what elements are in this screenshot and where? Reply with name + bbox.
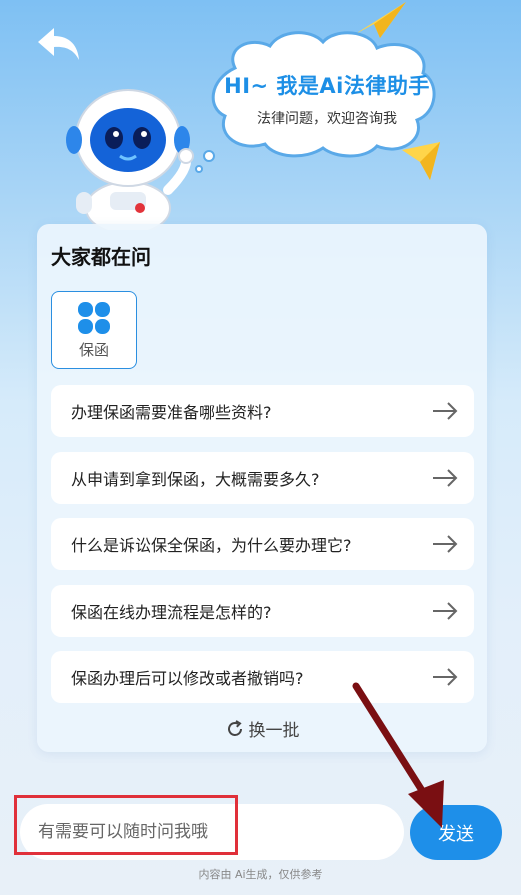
question-text: 办理保函需要准备哪些资料? xyxy=(71,403,272,422)
category-tab-baohan[interactable]: 保函 xyxy=(51,291,137,369)
back-arrow-icon xyxy=(38,28,79,60)
robot-mascot xyxy=(66,89,194,230)
question-text: 从申请到拿到保函，大概需要多久? xyxy=(71,470,320,489)
send-button[interactable]: 发送 xyxy=(410,805,502,860)
arrow-right-icon xyxy=(433,602,458,620)
bubble-title: HI~ 我是Ai法律助手 xyxy=(224,74,430,98)
question-item[interactable]: 办理保函需要准备哪些资料? xyxy=(51,385,474,437)
chat-input[interactable] xyxy=(20,804,404,860)
card-title: 大家都在问 xyxy=(51,245,151,269)
disclaimer-footnote: 内容由 Ai生成，仅供参考 xyxy=(198,868,323,881)
arrow-right-icon xyxy=(433,535,458,553)
four-petal-icon xyxy=(78,301,110,334)
arrow-right-icon xyxy=(433,402,458,420)
question-item[interactable]: 什么是诉讼保全保函，为什么要办理它? xyxy=(51,518,474,570)
question-item[interactable]: 从申请到拿到保函，大概需要多久? xyxy=(51,452,474,504)
back-button[interactable] xyxy=(34,24,84,64)
refresh-icon xyxy=(227,719,242,736)
category-label: 保函 xyxy=(78,340,109,359)
bubble-subtitle: 法律问题，欢迎咨询我 xyxy=(257,111,397,127)
faq-card: 大家都在问 保函 办理保函需要准备哪些资料? 从申请到拿到保函，大概需要多久? … xyxy=(37,224,487,752)
arrow-right-icon xyxy=(433,668,458,686)
question-item[interactable]: 保函在线办理流程是怎样的? xyxy=(51,585,474,637)
refresh-label: 换一批 xyxy=(248,721,300,741)
arrow-right-icon xyxy=(433,469,458,487)
question-item[interactable]: 保函办理后可以修改或者撤销吗? xyxy=(51,651,474,703)
question-text: 保函办理后可以修改或者撤销吗? xyxy=(71,669,304,688)
question-text: 什么是诉讼保全保函，为什么要办理它? xyxy=(71,536,352,555)
refresh-button[interactable]: 换一批 xyxy=(37,716,487,741)
question-text: 保函在线办理流程是怎样的? xyxy=(71,603,272,622)
